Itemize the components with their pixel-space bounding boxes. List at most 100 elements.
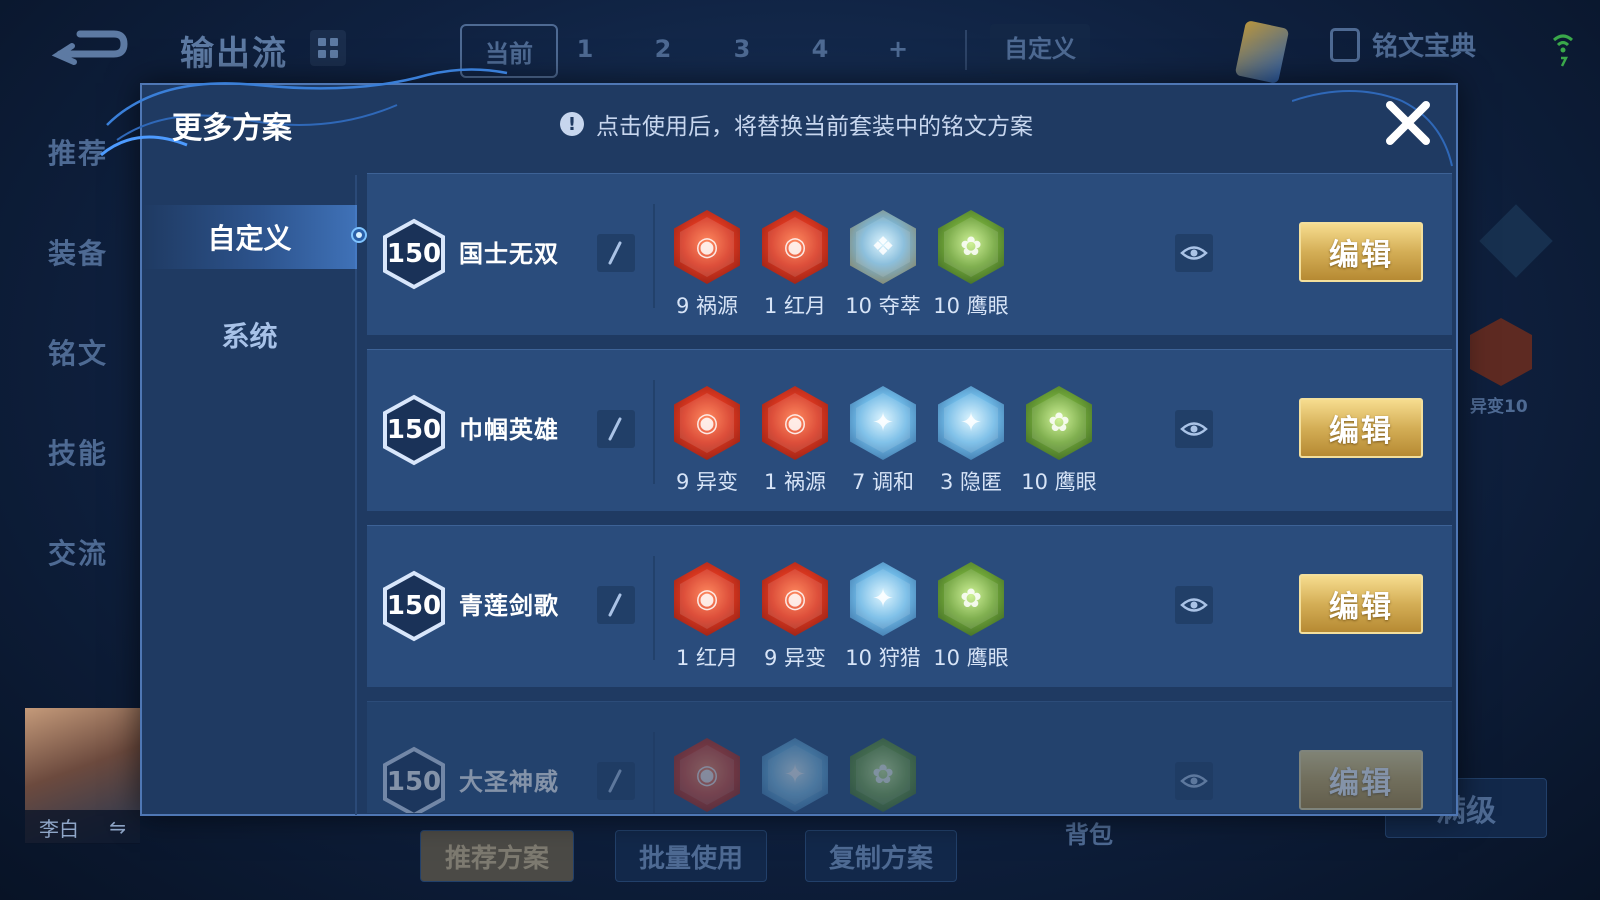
level-badge: 150 [381,746,447,813]
rune-name: 夺萃 [878,294,921,318]
rune-slot[interactable]: ✿ 10 鹰眼 [1017,386,1101,496]
wifi-icon [1553,34,1573,67]
divider [965,30,967,70]
back-arrow-icon[interactable] [50,28,130,68]
grid-icon[interactable] [310,30,346,66]
edit-button[interactable]: 编辑 [1299,750,1423,810]
plan-list[interactable]: 150 国士无双 ◉ 9 祸源 ◉ 1 红月 ❖ 10 夺萃 ✿ 10 鹰眼 编… [367,173,1452,813]
rune-label: 3 隐匿 [929,466,1013,496]
edit-button[interactable]: 编辑 [1299,398,1423,458]
rename-button[interactable] [597,586,635,624]
eye-icon [1180,246,1208,260]
rune-count: 10 [1021,470,1049,494]
side-nav-equipment[interactable]: 装备 [48,232,108,272]
edit-button[interactable]: 编辑 [1299,574,1423,634]
rune-slot[interactable]: ◉ [665,738,749,813]
rune-slot[interactable]: ✦ 10 狩猎 [841,562,925,672]
tab-2[interactable]: 2 [643,24,683,74]
level-value: 150 [386,239,442,269]
tab-custom-plans[interactable]: 自定义 [142,205,367,269]
rune-slot[interactable]: ✦ [753,738,837,813]
rune-slot[interactable]: ◉ 9 异变 [753,562,837,672]
rune-slot[interactable]: ✿ 10 鹰眼 [929,210,1013,320]
rune-blue-icon: ✦ [850,386,916,460]
rune-slot[interactable]: ◉ 9 祸源 [665,210,749,320]
rune-slot[interactable]: ✦ 3 隐匿 [929,386,1013,496]
tab-4[interactable]: 4 [800,24,840,74]
rune-green-icon: ✿ [938,562,1004,636]
bag-label[interactable]: 背包 [1065,815,1113,850]
preview-button[interactable] [1175,234,1213,272]
mutation-rune-icon[interactable] [1470,318,1532,386]
tab-custom[interactable]: 自定义 [990,24,1090,74]
book-icon [1330,27,1360,62]
rune-green-icon: ✿ [938,210,1004,284]
card-icon[interactable] [1234,20,1290,84]
rune-slot[interactable]: ◉ 1 红月 [753,210,837,320]
rune-red-icon: ◉ [674,738,740,812]
swap-icon[interactable]: ⇋ [109,815,126,839]
preview-button[interactable] [1175,762,1213,800]
level-badge: 150 [381,570,447,642]
tab-1[interactable]: 1 [565,24,605,74]
rune-count: 9 [763,646,778,670]
plan-name: 大圣神威 [459,768,559,796]
plan-row[interactable]: 150 青莲剑歌 ◉ 1 红月 ◉ 9 异变 ✦ 10 狩猎 ✿ 10 鹰眼 编… [367,525,1452,687]
side-nav-recommend[interactable]: 推荐 [48,132,108,172]
rune-slot[interactable]: ◉ 1 祸源 [753,386,837,496]
level-badge: 150 [381,394,447,466]
plan-row[interactable]: 150 大圣神威 ◉ ✦ ✿ 编辑 [367,701,1452,813]
rune-slot[interactable]: ✿ 10 鹰眼 [929,562,1013,672]
rune-bluegold-icon: ❖ [850,210,916,284]
rune-slot[interactable]: ✦ 7 调和 [841,386,925,496]
rename-button[interactable] [597,762,635,800]
recommend-plan-button[interactable]: 推荐方案 [420,830,574,882]
tab-current[interactable]: 当前 [460,24,558,78]
rune-label: 1 红月 [753,290,837,320]
rune-book-label: 铭文宝典 [1372,32,1477,62]
tab-label: 系统 [221,320,278,353]
rune-slot[interactable]: ◉ 1 红月 [665,562,749,672]
level-value: 150 [386,767,442,797]
rune-count: 7 [851,470,866,494]
hero-name: 李白 [39,816,79,841]
rune-label: 1 红月 [665,642,749,672]
rune-count: 10 [845,646,873,670]
tab-3[interactable]: 3 [722,24,762,74]
plan-name: 国士无双 [459,240,559,268]
rename-button[interactable] [597,234,635,272]
side-nav-community[interactable]: 交流 [48,532,108,572]
rune-slot[interactable]: ❖ 10 夺萃 [841,210,925,320]
rune-label: 9 异变 [753,642,837,672]
active-indicator-icon [351,227,367,243]
preview-button[interactable] [1175,410,1213,448]
preview-button[interactable] [1175,586,1213,624]
rune-name: 鹰眼 [966,646,1009,670]
rune-book-button[interactable]: 铭文宝典 [1330,26,1476,63]
side-nav-runes[interactable]: 铭文 [48,332,108,372]
pencil-icon [608,593,622,617]
rune-count: 10 [933,294,961,318]
rune-slot[interactable]: ◉ 9 异变 [665,386,749,496]
level-value: 150 [386,415,442,445]
rename-button[interactable] [597,410,635,448]
copy-plan-button[interactable]: 复制方案 [805,830,957,882]
tab-add[interactable]: + [878,24,918,74]
rune-label: 1 祸源 [753,466,837,496]
batch-use-button[interactable]: 批量使用 [615,830,767,882]
rune-blue-icon: ✦ [762,738,828,812]
close-icon[interactable] [1382,97,1434,149]
pencil-icon [608,769,622,793]
side-nav-skills[interactable]: 技能 [48,432,108,472]
edit-button[interactable]: 编辑 [1299,222,1423,282]
rune-label: 10 鹰眼 [1017,466,1101,496]
plan-row[interactable]: 150 巾帼英雄 ◉ 9 异变 ◉ 1 祸源 ✦ 7 调和 ✦ 3 隐匿 ✿ 1… [367,349,1452,511]
rune-slot[interactable]: ✿ [841,738,925,813]
pencil-icon [608,417,622,441]
rune-count: 1 [763,294,778,318]
plan-row[interactable]: 150 国士无双 ◉ 9 祸源 ◉ 1 红月 ❖ 10 夺萃 ✿ 10 鹰眼 编… [367,173,1452,335]
list-icon[interactable] [1479,204,1553,278]
rune-blue-icon: ✦ [938,386,1004,460]
hero-name-bar[interactable]: 李白 ⇋ [25,810,140,844]
tab-system-plans[interactable]: 系统 [142,303,357,367]
